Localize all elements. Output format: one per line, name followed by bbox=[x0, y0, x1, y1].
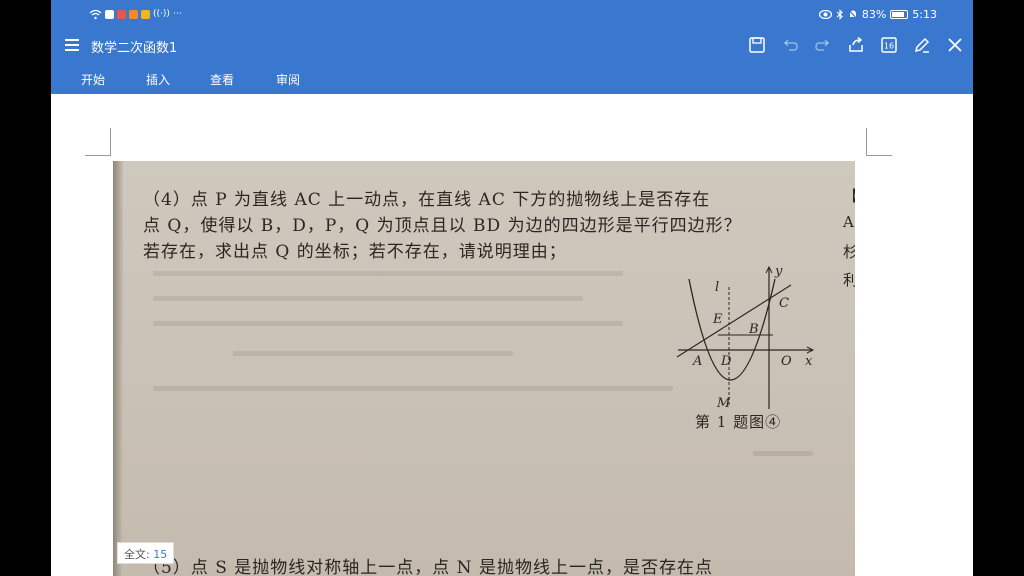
document-toolbar: 数学二次函数1 16 bbox=[51, 28, 973, 62]
hotspot-icon: ((·)) bbox=[153, 9, 170, 19]
margin-corner-right bbox=[866, 128, 892, 156]
faint-text-mark bbox=[753, 451, 813, 456]
label-e: E bbox=[712, 312, 723, 327]
next-column-char: 【 bbox=[843, 185, 855, 206]
app-notification-icon bbox=[117, 9, 126, 19]
label-l: l bbox=[715, 280, 719, 295]
label-a: A bbox=[692, 354, 702, 369]
page-count-text: 16 bbox=[883, 42, 893, 51]
question-line-2: 点 Q，使得以 B，D，P，Q 为顶点且以 BD 为边的四边形是平行四边形？ bbox=[143, 216, 742, 236]
next-column-char: A bbox=[843, 213, 854, 231]
undo-button[interactable] bbox=[777, 33, 802, 57]
page-view-button[interactable]: 16 bbox=[876, 33, 901, 57]
faint-text-mark bbox=[153, 321, 623, 326]
save-icon bbox=[748, 37, 765, 53]
margin-corner-left bbox=[85, 128, 111, 156]
redo-icon bbox=[814, 39, 829, 51]
embedded-photo[interactable]: （4）点 P 为直线 AC 上一动点，在直线 AC 下方的抛物线上是否存在 点 … bbox=[113, 161, 855, 576]
share-icon bbox=[848, 36, 863, 52]
ribbon-tabs: 开始 插入 查看 审阅 bbox=[51, 62, 973, 94]
word-count-badge[interactable]: 全文: 15 bbox=[117, 542, 175, 564]
document-page[interactable]: （4）点 P 为直线 AC 上一动点，在直线 AC 下方的抛物线上是否存在 点 … bbox=[51, 94, 973, 576]
battery-percent: 83% bbox=[861, 8, 887, 21]
toolbar-actions: 16 bbox=[744, 33, 967, 57]
wifi-icon bbox=[89, 9, 102, 19]
figure-caption: 第 1 题图④ bbox=[695, 413, 782, 431]
word-count-label: 全文: bbox=[124, 548, 150, 561]
mute-bell-icon bbox=[848, 9, 858, 20]
app-notification-icon-3 bbox=[141, 9, 150, 19]
battery-level bbox=[892, 12, 905, 17]
faint-text-mark bbox=[233, 351, 513, 356]
label-c: C bbox=[779, 296, 789, 311]
undo-icon bbox=[783, 39, 798, 51]
close-icon bbox=[947, 38, 962, 52]
status-right: 83% 5:13 bbox=[818, 8, 937, 21]
question-line-3: 若存在，求出点 Q 的坐标；若不存在，请说明理由； bbox=[143, 242, 567, 262]
question-line-1: （4）点 P 为直线 AC 上一动点，在直线 AC 下方的抛物线上是否存在 bbox=[143, 190, 711, 210]
photo-edge bbox=[113, 161, 123, 576]
faint-text-mark bbox=[153, 271, 623, 276]
tab-view[interactable]: 查看 bbox=[210, 71, 234, 88]
label-x: x bbox=[805, 354, 813, 369]
tab-review[interactable]: 审阅 bbox=[276, 71, 300, 88]
save-button[interactable] bbox=[744, 33, 769, 57]
faint-text-mark bbox=[153, 386, 673, 391]
tab-insert[interactable]: 插入 bbox=[146, 71, 170, 88]
edit-button[interactable] bbox=[909, 33, 934, 57]
next-column-char: 利 bbox=[843, 271, 855, 289]
tab-home[interactable]: 开始 bbox=[81, 71, 105, 88]
status-left: ((·)) ⋯ bbox=[89, 8, 182, 20]
label-o: O bbox=[781, 354, 792, 369]
word-count-value: 15 bbox=[153, 548, 168, 561]
app-notification-icon-2 bbox=[129, 9, 138, 19]
clock: 5:13 bbox=[912, 8, 937, 21]
app-screen: ((·)) ⋯ 83% 5:13 数学二次函数1 16 开始 插入 查看 审阅 … bbox=[51, 0, 973, 576]
label-m: M bbox=[716, 396, 731, 411]
battery-icon bbox=[890, 10, 909, 19]
status-bar: ((·)) ⋯ 83% 5:13 bbox=[51, 0, 973, 28]
page-count-icon: 16 bbox=[880, 37, 897, 53]
label-b: B bbox=[748, 322, 759, 337]
line-ac bbox=[676, 284, 792, 358]
parabola-figure: l y C E B A D O x M bbox=[676, 264, 815, 411]
pen-icon bbox=[914, 37, 929, 53]
close-button[interactable] bbox=[942, 33, 967, 57]
next-column-char: 杉 bbox=[843, 243, 855, 261]
question-line-4: （5）点 S 是抛物线对称轴上一点，点 N 是抛物线上一点，是否存在点 bbox=[143, 558, 713, 576]
faint-text-mark bbox=[153, 296, 583, 301]
share-button[interactable] bbox=[843, 33, 868, 57]
bluetooth-icon bbox=[836, 9, 843, 20]
redo-button[interactable] bbox=[810, 33, 835, 57]
eye-icon bbox=[818, 10, 832, 19]
label-y: y bbox=[774, 264, 783, 279]
hamburger-menu-icon[interactable] bbox=[65, 36, 81, 54]
label-d: D bbox=[720, 354, 732, 369]
video-icon bbox=[105, 9, 114, 19]
more-notifications-icon: ⋯ bbox=[172, 9, 182, 19]
document-title: 数学二次函数1 bbox=[91, 41, 178, 56]
